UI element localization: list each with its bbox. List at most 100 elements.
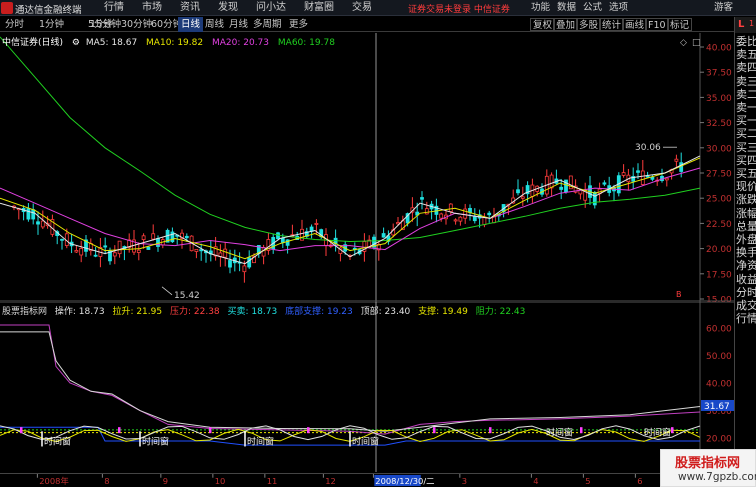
candle-body <box>559 186 564 190</box>
candle-body <box>439 213 444 219</box>
menu-item-function[interactable]: 功能 <box>531 0 550 16</box>
indicator-legend: 股票指标网 操作: 18.73 拉升: 21.95 压力: 22.38 买卖: … <box>2 304 530 317</box>
quote-field-label: 买一 <box>736 114 756 128</box>
settings-icon[interactable]: ⚙ <box>72 38 80 48</box>
quote-field-label: 买五 <box>736 167 756 180</box>
quote-field-label: 净资 <box>736 259 756 273</box>
restore-rights-button[interactable]: 复权 <box>530 18 556 31</box>
quote-field-label: 外盘 <box>736 233 756 246</box>
period-1min[interactable]: 1分钟 <box>36 17 67 32</box>
pressure-label: 压力: 22.38 <box>169 307 220 317</box>
indicator-tick-label: 50.00 <box>706 352 732 362</box>
period-multi[interactable]: 多周期 <box>250 17 285 32</box>
candle-body <box>141 235 146 241</box>
quote-panel-level: L <box>738 19 745 30</box>
candle-body <box>664 177 669 181</box>
period-weekly[interactable]: 周线 <box>202 17 227 32</box>
candle-body <box>156 238 160 247</box>
buy-label: 买卖: 18.73 <box>227 307 278 317</box>
candle-body <box>448 203 453 213</box>
ma60-label: MA60: 19.78 <box>277 38 335 48</box>
date-label: 2008/12/30/二 <box>375 476 434 486</box>
date-label: 5 <box>585 476 590 486</box>
date-label: 9 <box>163 476 168 486</box>
candle-body <box>463 208 468 219</box>
statistics-button[interactable]: 统计 <box>599 18 625 31</box>
quote-field-label: 委比 <box>736 35 756 48</box>
app-title: 通达信金融终端 <box>15 5 82 16</box>
candle-body <box>549 174 554 189</box>
price-tick-label: 30.00 <box>706 144 732 154</box>
indicator-tick-label: 40.00 <box>706 380 732 390</box>
title-bar: 通达信金融终端 行情 市场 资讯 发现 问小达 财富圈 交易 证券交易未登录 中… <box>0 0 756 16</box>
candle-body <box>482 217 487 226</box>
signal-b-label: B <box>676 290 682 299</box>
menu-item-news[interactable]: 资讯 <box>180 0 200 16</box>
expand-icon: □ <box>692 38 701 48</box>
kline-chart[interactable]: 40.00 37.50 35.00 32.50 30.00 27.50 25.00 22.50… <box>0 33 734 302</box>
candle-body <box>679 162 684 172</box>
quote-panel-index: 1 <box>749 19 755 28</box>
date-label: 10 <box>215 476 226 486</box>
indicator-value-label: 31.67 <box>704 402 730 412</box>
time-window-label: 时间窗 <box>644 427 671 439</box>
candle-body <box>146 246 151 250</box>
f10-button[interactable]: F10 <box>645 18 669 31</box>
price-tick-label: 17.50 <box>706 270 732 280</box>
menu-item-formula[interactable]: 公式 <box>583 0 602 16</box>
collapse-icon: ◇ <box>680 38 687 48</box>
indicator-tick-label: 20.00 <box>706 435 732 445</box>
candle-body <box>602 182 607 185</box>
candle-body <box>247 257 252 268</box>
menu-item-trade[interactable]: 交易 <box>352 0 372 16</box>
period-more[interactable]: 更多 <box>286 17 311 32</box>
quote-field-label: 涨跌 <box>736 193 756 207</box>
mark-button[interactable]: 标记 <box>667 18 693 31</box>
quote-field-label: 卖一 <box>736 101 756 114</box>
menu-item-discover[interactable]: 发现 <box>218 0 238 16</box>
date-label: 2008年 <box>39 476 69 486</box>
candle-body <box>31 209 36 220</box>
overlay-button[interactable]: 叠加 <box>553 18 579 31</box>
menu-item-options[interactable]: 选项 <box>609 0 628 16</box>
support-label: 支撑: 19.49 <box>418 307 468 317</box>
menu-item-wealth[interactable]: 财富圈 <box>304 0 334 16</box>
bottom-support-label: 底部支撑: 19.23 <box>285 307 353 317</box>
signal-tick <box>307 427 310 434</box>
guest-user[interactable]: 游客 <box>714 0 733 16</box>
candle-body <box>520 196 525 199</box>
indicator-chart[interactable]: 60.0050.0040.0030.0020.0031.67时间窗 时间窗 时间窗时… <box>0 302 734 472</box>
candle-body <box>487 212 492 216</box>
candle-body <box>199 249 204 252</box>
period-daily[interactable]: 日线 <box>178 17 204 32</box>
period-timeshare[interactable]: 分时 <box>2 17 27 32</box>
draw-line-button[interactable]: 画线 <box>622 18 648 31</box>
candle-body <box>112 252 117 257</box>
resistance-label: 阻力: 22.43 <box>475 307 526 317</box>
signal-tick <box>118 427 121 434</box>
quote-field-label: 卖三 <box>736 74 756 88</box>
date-label: 3 <box>462 476 467 486</box>
multi-stock-button[interactable]: 多股 <box>576 18 602 31</box>
period-monthly[interactable]: 月线 <box>226 17 251 32</box>
candle-body <box>564 179 568 193</box>
indicator-white-line <box>0 331 701 432</box>
menu-item-data[interactable]: 数据 <box>557 0 576 16</box>
candle-body <box>516 189 520 194</box>
candle-body <box>420 197 424 200</box>
quote-field-label: 总量 <box>736 219 756 233</box>
candle-body <box>103 245 108 248</box>
login-status[interactable]: 证券交易未登录 中信证券 <box>408 2 510 15</box>
price-tick-label: 32.50 <box>706 119 732 129</box>
indicator-tick-label: 60.00 <box>706 324 732 334</box>
candle-body <box>468 207 472 213</box>
date-label: 11 <box>267 476 278 486</box>
candle-body <box>223 248 228 258</box>
candle-body <box>261 247 266 257</box>
price-tick-label: 37.50 <box>706 69 732 79</box>
candle-body <box>472 216 477 222</box>
menu-item-quotes[interactable]: 行情 <box>104 0 124 16</box>
time-window-label: 时间窗 <box>142 435 169 447</box>
menu-item-ask[interactable]: 问小达 <box>256 0 286 16</box>
menu-item-market[interactable]: 市场 <box>142 0 162 16</box>
